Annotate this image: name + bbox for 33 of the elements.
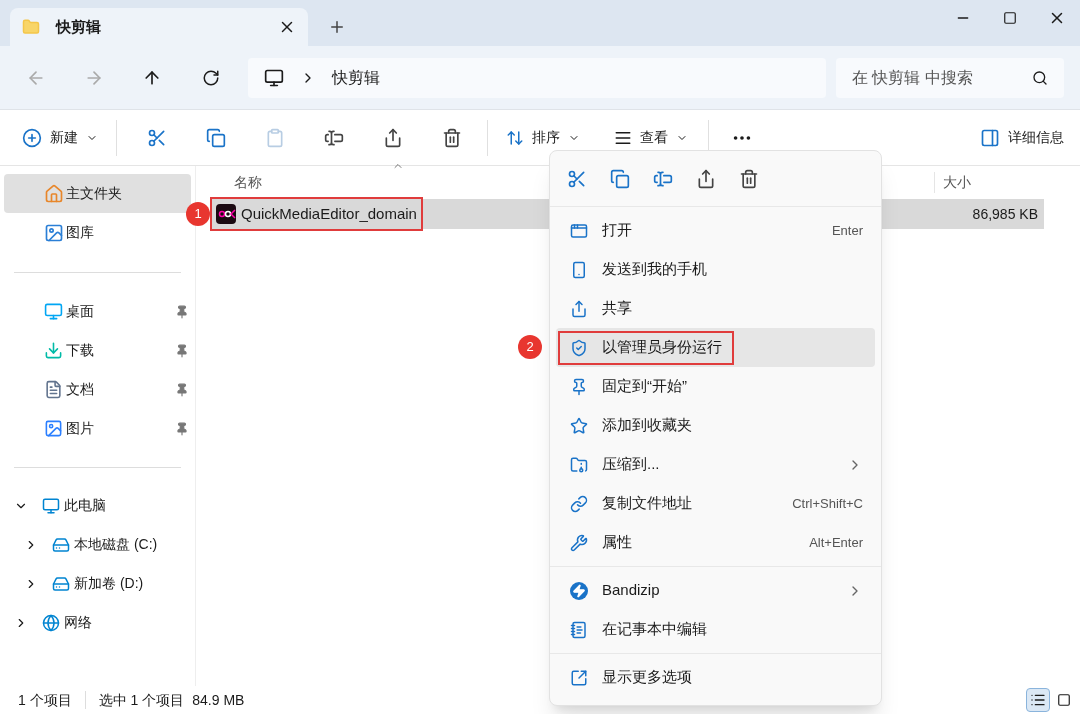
menu-label: 压缩到... (602, 454, 660, 475)
menu-label: Bandizip (602, 580, 660, 601)
sidebar-label: 主文件夹 (66, 184, 122, 203)
menu-label: 打开 (602, 220, 632, 241)
sidebar-label: 图库 (66, 223, 94, 242)
menu-label: 属性 (602, 532, 632, 553)
menu-shortcut: Enter (831, 221, 863, 240)
menu-label: 固定到“开始” (602, 376, 687, 397)
item-count: 1 个项目 (18, 690, 72, 710)
menu-label: 共享 (602, 298, 632, 319)
menu-label: 以管理员身份运行 (602, 337, 722, 358)
selection-size: 84.9 MB (192, 690, 245, 710)
menu-label: 发送到我的手机 (602, 259, 707, 280)
tab-title: 快剪辑 (56, 16, 101, 37)
menu-label: 显示更多选项 (602, 667, 692, 688)
sidebar-label: 图片 (66, 419, 94, 438)
sidebar-label: 下载 (66, 341, 94, 360)
tree-label: 网络 (64, 613, 92, 632)
file-name: QuickMediaEditor_domain (241, 203, 417, 224)
sidebar-label: 桌面 (66, 302, 94, 321)
menu-shortcut: Alt+Enter (809, 533, 863, 552)
tree-label: 此电脑 (64, 496, 106, 515)
step-badge: 2 (518, 335, 542, 359)
file-size: 86,985 KB (972, 204, 1038, 224)
step-badge: 1 (186, 202, 210, 226)
menu-label: 复制文件地址 (602, 493, 692, 514)
sidebar-label: 文档 (66, 380, 94, 399)
menu-shortcut: Ctrl+Shift+C (792, 494, 863, 513)
tree-label: 本地磁盘 (C:) (74, 535, 158, 554)
menu-label: 在记事本中编辑 (602, 619, 707, 640)
selection-count: 选中 1 个项目 (98, 690, 185, 710)
menu-label: 添加到收藏夹 (602, 415, 692, 436)
tree-label: 新加卷 (D:) (74, 574, 144, 593)
